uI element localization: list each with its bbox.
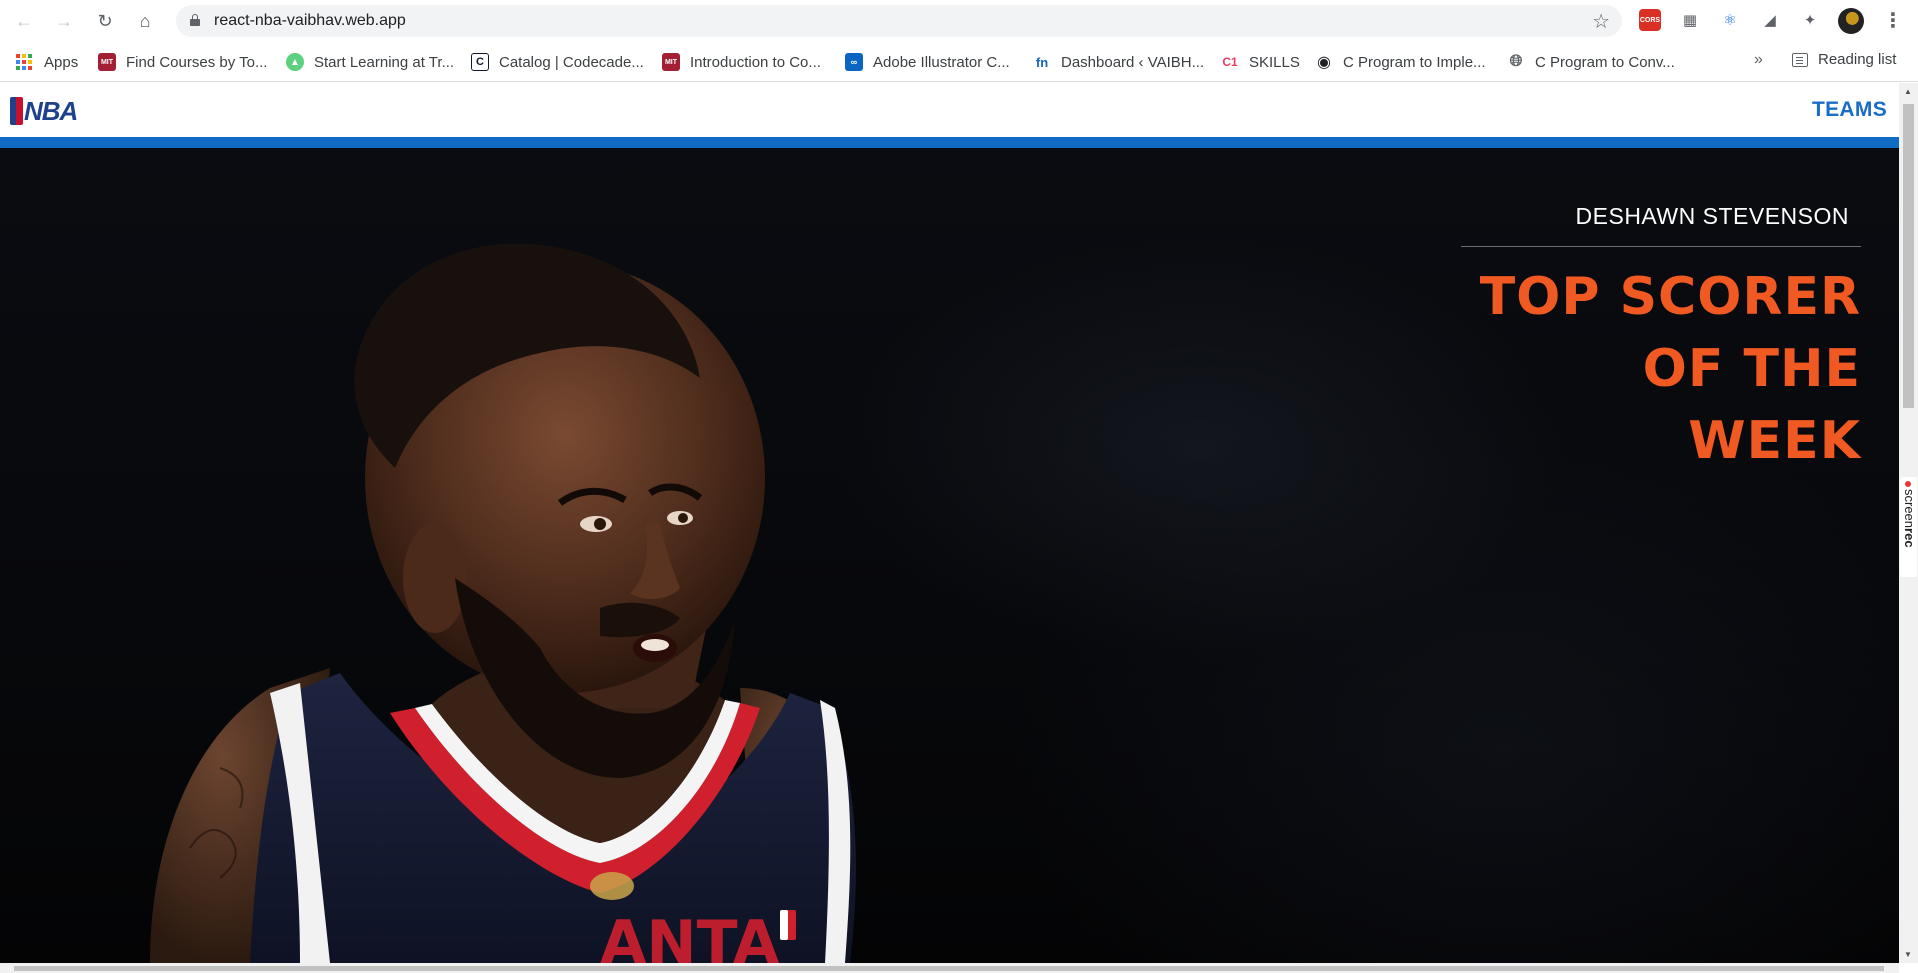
back-arrow-icon[interactable]: ← — [12, 9, 36, 33]
player-name: DESHAWN STEVENSON — [1575, 203, 1849, 229]
scrollbar-thumb[interactable] — [1903, 104, 1914, 408]
scroll-up-arrow-icon[interactable]: ▲ — [1904, 87, 1912, 96]
treehouse-icon: ▲ — [286, 53, 304, 71]
bookmark-label: C Program to Conv... — [1535, 53, 1675, 71]
bookmark-item[interactable]: fn Dashboard ‹ VAIBH... — [1033, 51, 1204, 73]
hero-text-block: DESHAWN STEVENSON TOP SCORER OF THE WEEK — [1461, 198, 1861, 477]
site-header: NBA TEAMS — [0, 83, 1899, 137]
bookmark-label: C Program to Imple... — [1343, 53, 1486, 71]
code-extension-icon[interactable]: ▦ — [1679, 9, 1701, 31]
reading-list-icon — [1792, 52, 1808, 67]
scroll-down-arrow-icon[interactable]: ▼ — [1904, 950, 1912, 959]
bookmark-label: Find Courses by To... — [126, 53, 268, 71]
reading-list-button[interactable]: Reading list — [1792, 51, 1896, 68]
lock-icon[interactable] — [190, 14, 200, 26]
mit-ocw-icon: MIT — [98, 53, 116, 71]
reload-icon[interactable]: ↻ — [93, 9, 117, 33]
bookmark-star-icon[interactable]: ☆ — [1592, 9, 1610, 34]
bookmark-item[interactable]: MIT Introduction to Co... — [662, 51, 821, 73]
globe-icon: 🌐︎ — [1507, 53, 1525, 71]
hero-title-line-1: TOP SCORER — [1479, 267, 1861, 327]
fn-icon: fn — [1033, 53, 1051, 71]
reading-list-label: Reading list — [1818, 51, 1897, 68]
bookmark-label: SKILLS — [1249, 53, 1300, 71]
bookmark-item[interactable]: 🌐︎ C Program to Conv... — [1507, 51, 1675, 73]
hero-banner: ANTA DESHAWN STEVENSON TOP SCORER OF THE… — [0, 148, 1899, 963]
bookmark-label: Introduction to Co... — [690, 53, 821, 71]
teams-nav-link[interactable]: TEAMS — [1812, 98, 1887, 122]
bookmark-item[interactable]: C1 SKILLS — [1221, 51, 1300, 73]
bookmarks-bar: Apps MIT Find Courses by To... ▲ Start L… — [0, 42, 1918, 82]
mit-ocw-icon: MIT — [662, 53, 680, 71]
browser-toolbar: ← → ↻ ⌂ react-nba-vaibhav.web.app ☆ CORS… — [0, 0, 1918, 42]
react-devtools-icon[interactable]: ⚛ — [1719, 9, 1741, 31]
screenrec-label: screenrec — [1902, 489, 1917, 548]
bookmark-item[interactable]: ▲ Start Learning at Tr... — [286, 51, 454, 73]
codecademy-icon: C — [471, 53, 489, 71]
horizontal-scrollbar[interactable] — [0, 963, 1899, 973]
nba-logo[interactable]: NBA — [10, 95, 78, 126]
svg-text:ANTA: ANTA — [600, 908, 780, 963]
divider — [1461, 246, 1861, 247]
more-bookmarks-icon[interactable]: » — [1754, 51, 1763, 69]
profile-avatar[interactable] — [1838, 8, 1864, 34]
bookmark-item[interactable]: C Catalog | Codecade... — [471, 51, 644, 73]
c1-icon: C1 — [1221, 53, 1239, 71]
bookmark-label: Apps — [44, 53, 79, 71]
bookmark-apps[interactable]: Apps — [16, 51, 78, 73]
record-dot-icon — [1905, 481, 1911, 487]
player-photo: ANTA — [150, 243, 856, 963]
forward-arrow-icon[interactable]: → — [52, 9, 76, 33]
page-viewport: NBA TEAMS ANTA DESHAWN STEVENSON TOP SCO… — [0, 83, 1899, 963]
hero-title-line-2: OF THE WEEK — [1642, 339, 1861, 471]
bookmark-label: Dashboard ‹ VAIBH... — [1061, 53, 1205, 71]
bookmark-label: Adobe Illustrator C... — [873, 53, 1010, 71]
home-icon[interactable]: ⌂ — [133, 9, 157, 33]
circle-icon: ◉ — [1315, 53, 1333, 71]
url-text[interactable]: react-nba-vaibhav.web.app — [214, 12, 406, 30]
address-bar[interactable]: react-nba-vaibhav.web.app ☆ — [176, 5, 1622, 37]
puzzle-icon[interactable]: ✦ — [1799, 9, 1821, 31]
adobe-course-icon: ∞ — [845, 53, 863, 71]
scrollbar-thumb[interactable] — [14, 966, 1884, 971]
bookmark-item[interactable]: ∞ Adobe Illustrator C... — [845, 51, 1010, 73]
analytics-extension-icon[interactable]: ◢ — [1759, 9, 1781, 31]
bookmark-label: Start Learning at Tr... — [314, 53, 455, 71]
bookmark-item[interactable]: ◉ C Program to Imple... — [1315, 51, 1486, 73]
apps-grid-icon — [16, 54, 32, 70]
header-accent-bar — [0, 137, 1899, 148]
cors-extension-icon[interactable]: CORS — [1639, 9, 1661, 31]
screenrec-tab[interactable]: screenrec — [1900, 477, 1917, 577]
bookmark-label: Catalog | Codecade... — [499, 53, 644, 71]
bookmark-item[interactable]: MIT Find Courses by To... — [98, 51, 267, 73]
nba-logo-icon — [10, 97, 23, 125]
browser-menu-icon[interactable]: ⋮ — [1883, 8, 1903, 33]
logo-text: NBA — [24, 95, 78, 126]
